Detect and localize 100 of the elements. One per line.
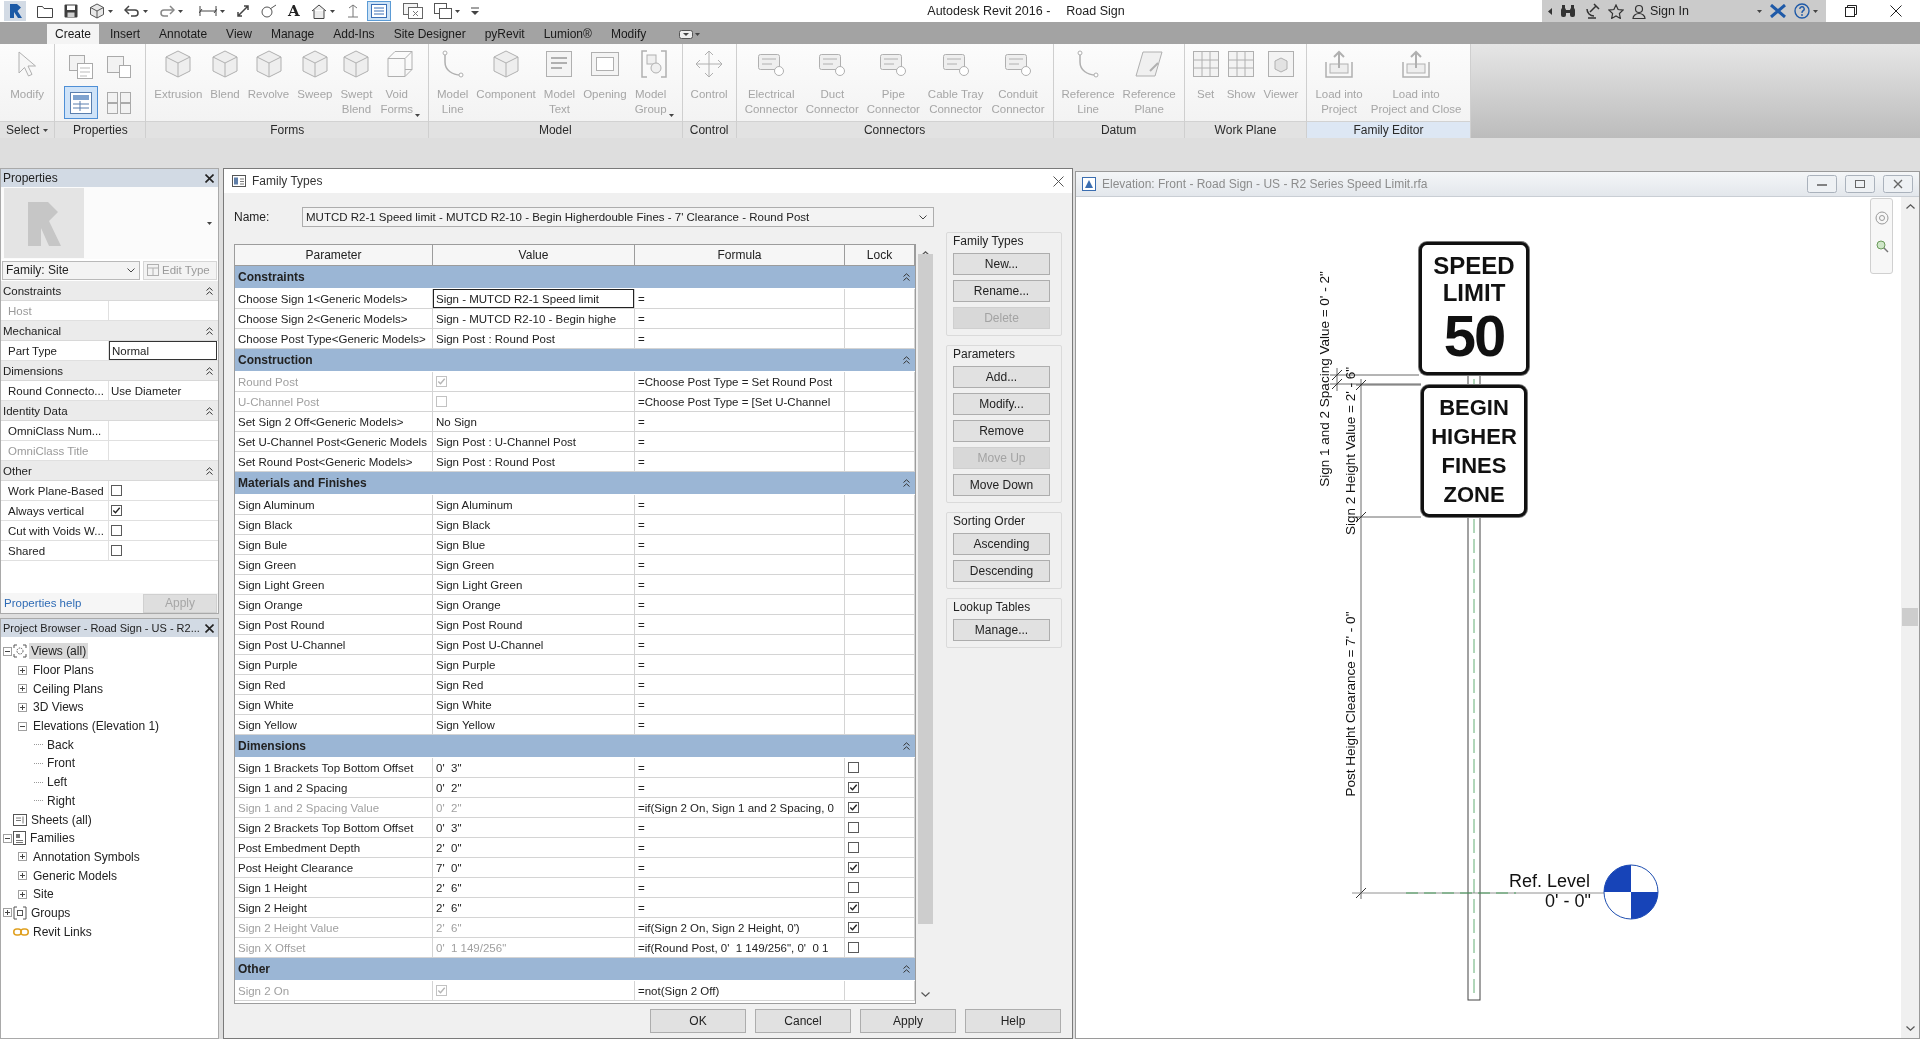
- caret-icon[interactable]: [43, 128, 49, 132]
- scroll-thumb[interactable]: [1902, 608, 1918, 626]
- collapse-icon[interactable]: [3, 646, 12, 656]
- collapse-chevrons-icon[interactable]: [206, 366, 213, 375]
- collapse-chevrons-icon[interactable]: [903, 356, 910, 364]
- dialog-button[interactable]: Rename...: [953, 280, 1050, 302]
- collapse-chevrons-icon[interactable]: [903, 742, 910, 750]
- caret-icon[interactable]: [220, 9, 225, 13]
- expand-icon[interactable]: [18, 852, 27, 862]
- lock-cell[interactable]: [845, 392, 915, 412]
- ribbon-tab[interactable]: View: [218, 24, 260, 44]
- user-icon[interactable]: [1632, 3, 1646, 19]
- caret-icon[interactable]: [454, 9, 460, 13]
- caret-icon[interactable]: [1757, 9, 1762, 13]
- lock-cell[interactable]: [845, 675, 915, 695]
- tree-item[interactable]: Elevations (Elevation 1): [31, 718, 162, 735]
- expand-icon[interactable]: [18, 702, 27, 712]
- value-cell[interactable]: Sign Post Round: [433, 615, 635, 635]
- lock-cell[interactable]: [845, 615, 915, 635]
- collapse-chevrons-icon[interactable]: [206, 286, 213, 295]
- dialog-button[interactable]: Help: [965, 1009, 1061, 1033]
- lock-cell[interactable]: [845, 818, 915, 838]
- tree-item[interactable]: Site: [31, 886, 56, 903]
- caret-icon[interactable]: [108, 9, 113, 13]
- lock-cell[interactable]: [845, 695, 915, 715]
- checkbox[interactable]: [111, 545, 122, 556]
- checkbox[interactable]: [848, 882, 859, 893]
- lock-cell[interactable]: [845, 878, 915, 898]
- dialog-button[interactable]: Cancel: [755, 1009, 851, 1033]
- formula-cell[interactable]: =: [635, 615, 845, 635]
- lock-cell[interactable]: [845, 495, 915, 515]
- lock-cell[interactable]: [845, 838, 915, 858]
- tool-button[interactable]: [64, 86, 99, 119]
- collapse-chevrons-icon[interactable]: [903, 273, 910, 281]
- ribbon-tab[interactable]: Create: [47, 24, 100, 44]
- dialog-button[interactable]: Descending: [953, 560, 1050, 582]
- value-cell[interactable]: 0' 3": [433, 758, 635, 778]
- formula-cell[interactable]: =: [635, 595, 845, 615]
- minimize-icon[interactable]: [1807, 175, 1837, 193]
- customize-icon[interactable]: [470, 7, 479, 15]
- close-icon[interactable]: [205, 623, 214, 633]
- checkbox[interactable]: [848, 902, 859, 913]
- restore-icon[interactable]: [1845, 5, 1857, 17]
- lock-cell[interactable]: [845, 898, 915, 918]
- formula-cell[interactable]: =: [635, 555, 845, 575]
- formula-cell[interactable]: =: [635, 898, 845, 918]
- collapse-icon[interactable]: [18, 721, 27, 731]
- lock-cell[interactable]: [845, 535, 915, 555]
- tree-item[interactable]: Floor Plans: [31, 662, 96, 679]
- tree-item[interactable]: Annotation Symbols: [31, 848, 142, 865]
- formula-cell[interactable]: =: [635, 675, 845, 695]
- lock-cell[interactable]: [845, 289, 915, 309]
- formula-cell[interactable]: =: [635, 695, 845, 715]
- lock-cell[interactable]: [845, 555, 915, 575]
- expand-icon[interactable]: [18, 684, 27, 694]
- star-icon[interactable]: [1608, 3, 1624, 19]
- ribbon-tab[interactable]: Add-Ins: [325, 24, 383, 44]
- caret-icon[interactable]: [207, 221, 212, 225]
- lock-cell[interactable]: [845, 432, 915, 452]
- caret-icon[interactable]: [1813, 9, 1818, 13]
- collapse-chevrons-icon[interactable]: [903, 965, 910, 973]
- dimension-icon[interactable]: [199, 5, 217, 17]
- caret-icon[interactable]: [178, 9, 183, 13]
- binoculars-icon[interactable]: [1560, 4, 1576, 18]
- formula-cell[interactable]: =: [635, 655, 845, 675]
- value-cell[interactable]: Sign - MUTCD R2-10 - Begin highe: [433, 309, 635, 329]
- lock-cell[interactable]: [845, 575, 915, 595]
- properties-help-link[interactable]: Properties help: [4, 597, 82, 609]
- chevron-up-icon[interactable]: [1905, 204, 1915, 209]
- value-cell[interactable]: Sign Aluminum: [433, 495, 635, 515]
- ribbon-tab[interactable]: Insert: [102, 24, 149, 44]
- type-selector[interactable]: Family: Site: [2, 260, 140, 280]
- formula-cell[interactable]: =: [635, 838, 845, 858]
- scroll-thumb[interactable]: [917, 254, 933, 924]
- toolbar-button[interactable]: A: [284, 1, 304, 21]
- ribbon-tab[interactable]: Lumion®: [535, 24, 600, 44]
- formula-cell[interactable]: =: [635, 432, 845, 452]
- formula-cell[interactable]: =: [635, 758, 845, 778]
- value-cell[interactable]: Sign Light Green: [433, 575, 635, 595]
- dialog-button[interactable]: Remove: [953, 420, 1050, 442]
- value-cell[interactable]: 2' 6": [433, 898, 635, 918]
- value-cell[interactable]: Sign Post U-Channel: [433, 635, 635, 655]
- formula-cell[interactable]: =: [635, 515, 845, 535]
- value-cell[interactable]: 0' 3": [433, 818, 635, 838]
- formula-cell[interactable]: =: [635, 495, 845, 515]
- undo-icon[interactable]: [124, 5, 140, 17]
- tree-item[interactable]: Groups: [29, 904, 73, 921]
- sign-in-button[interactable]: Sign In: [1650, 4, 1689, 18]
- lock-cell[interactable]: [845, 515, 915, 535]
- formula-cell[interactable]: =: [635, 535, 845, 555]
- formula-cell[interactable]: =: [635, 289, 845, 309]
- property-field[interactable]: Normal: [109, 341, 217, 360]
- caret-icon[interactable]: [329, 9, 335, 13]
- lock-cell[interactable]: [845, 655, 915, 675]
- formula-cell[interactable]: =: [635, 412, 845, 432]
- dialog-button[interactable]: New...: [953, 253, 1050, 275]
- tree-item[interactable]: Families: [28, 830, 77, 847]
- value-cell[interactable]: Sign White: [433, 695, 635, 715]
- chevron-down-icon[interactable]: [127, 267, 135, 273]
- dialog-button[interactable]: Manage...: [953, 619, 1050, 641]
